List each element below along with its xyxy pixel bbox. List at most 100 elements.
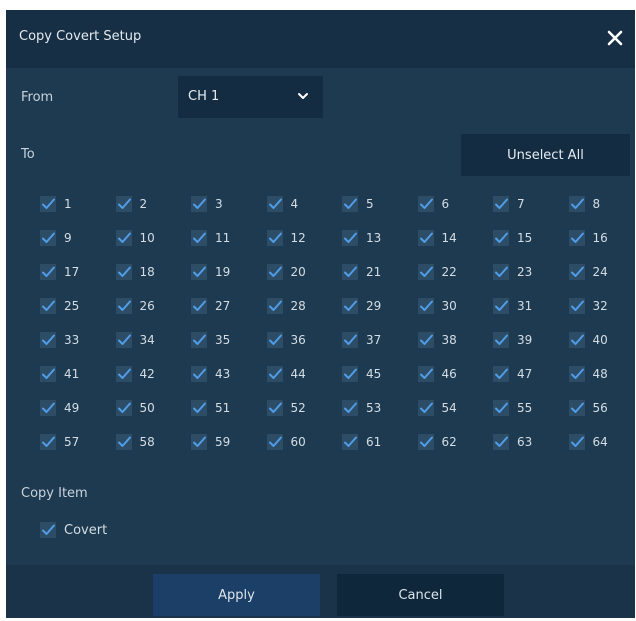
channel-checkbox[interactable]: 30 (417, 289, 494, 323)
channel-number: 41 (64, 367, 80, 381)
checkbox-icon (266, 400, 283, 416)
channel-checkbox[interactable]: 4 (266, 187, 343, 221)
channel-checkbox[interactable]: 8 (568, 187, 636, 221)
channel-checkbox[interactable]: 10 (115, 221, 192, 255)
checkbox-icon (493, 298, 509, 314)
channel-checkbox[interactable]: 6 (417, 187, 494, 221)
channel-checkbox[interactable]: 16 (568, 221, 636, 255)
channel-number: 7 (517, 197, 525, 211)
checkbox-icon (115, 196, 132, 212)
channel-number: 57 (64, 435, 80, 449)
checkbox-icon (191, 400, 207, 416)
channel-checkbox[interactable]: 28 (266, 289, 343, 323)
channel-checkbox[interactable]: 56 (568, 391, 636, 425)
channel-number: 33 (64, 333, 80, 347)
channel-checkbox[interactable]: 21 (342, 255, 418, 289)
covert-checkbox[interactable]: Covert (40, 522, 107, 538)
cancel-button[interactable]: Cancel (337, 574, 504, 616)
channel-number: 5 (366, 197, 374, 211)
channel-checkbox[interactable]: 14 (417, 221, 494, 255)
channel-row: 25 26 27 28 29 30 31 32 (40, 289, 634, 323)
channel-checkbox[interactable]: 31 (493, 289, 569, 323)
channel-checkbox[interactable]: 37 (342, 323, 418, 357)
channel-checkbox[interactable]: 48 (568, 357, 636, 391)
channel-checkbox[interactable]: 54 (417, 391, 494, 425)
channel-checkbox[interactable]: 46 (417, 357, 494, 391)
channel-checkbox[interactable]: 34 (115, 323, 192, 357)
channel-checkbox[interactable]: 43 (191, 357, 267, 391)
channel-checkbox[interactable]: 2 (115, 187, 192, 221)
channel-checkbox[interactable]: 61 (342, 425, 418, 459)
channel-number: 30 (441, 299, 457, 313)
close-icon[interactable] (601, 24, 629, 52)
channel-checkbox[interactable]: 60 (266, 425, 343, 459)
channel-checkbox[interactable]: 47 (493, 357, 569, 391)
channel-number: 29 (366, 299, 382, 313)
channel-number: 51 (215, 401, 231, 415)
channel-checkbox[interactable]: 29 (342, 289, 418, 323)
channel-checkbox[interactable]: 62 (417, 425, 494, 459)
checkbox-icon (342, 264, 358, 280)
channel-checkbox[interactable]: 11 (191, 221, 267, 255)
checkbox-icon (342, 298, 358, 314)
channel-checkbox[interactable]: 53 (342, 391, 418, 425)
channel-number: 53 (366, 401, 382, 415)
channel-number: 43 (215, 367, 231, 381)
channel-checkbox[interactable]: 3 (191, 187, 267, 221)
copy-covert-setup-dialog: Copy Covert Setup From CH 1 To Unselect … (6, 10, 635, 618)
channel-checkbox[interactable]: 55 (493, 391, 569, 425)
apply-button[interactable]: Apply (153, 574, 320, 616)
channel-number: 20 (290, 265, 306, 279)
channel-checkbox[interactable]: 50 (115, 391, 192, 425)
channel-checkbox[interactable]: 12 (266, 221, 343, 255)
channel-checkbox[interactable]: 40 (568, 323, 636, 357)
channel-checkbox[interactable]: 25 (40, 289, 116, 323)
channel-checkbox[interactable]: 35 (191, 323, 267, 357)
channel-checkbox[interactable]: 32 (568, 289, 636, 323)
channel-checkbox[interactable]: 52 (266, 391, 343, 425)
channel-checkbox[interactable]: 58 (115, 425, 192, 459)
channel-checkbox[interactable]: 23 (493, 255, 569, 289)
channel-checkbox[interactable]: 64 (568, 425, 636, 459)
checkbox-icon (266, 230, 283, 246)
checkbox-icon (568, 196, 585, 212)
channel-number: 26 (139, 299, 155, 313)
channel-checkbox[interactable]: 39 (493, 323, 569, 357)
channel-checkbox[interactable]: 1 (40, 187, 116, 221)
channel-checkbox[interactable]: 26 (115, 289, 192, 323)
channel-checkbox[interactable]: 51 (191, 391, 267, 425)
channel-checkbox[interactable]: 27 (191, 289, 267, 323)
channel-checkbox[interactable]: 59 (191, 425, 267, 459)
channel-checkbox[interactable]: 17 (40, 255, 116, 289)
channel-checkbox[interactable]: 13 (342, 221, 418, 255)
channel-checkbox[interactable]: 44 (266, 357, 343, 391)
channel-checkbox[interactable]: 42 (115, 357, 192, 391)
channel-number: 22 (441, 265, 457, 279)
channel-checkbox[interactable]: 24 (568, 255, 636, 289)
channel-checkbox[interactable]: 9 (40, 221, 116, 255)
channel-checkbox[interactable]: 57 (40, 425, 116, 459)
channel-checkbox[interactable]: 49 (40, 391, 116, 425)
channel-checkbox[interactable]: 19 (191, 255, 267, 289)
channel-checkbox[interactable]: 20 (266, 255, 343, 289)
checkbox-icon (417, 400, 434, 416)
channel-checkbox[interactable]: 7 (493, 187, 569, 221)
checkbox-icon (40, 434, 56, 450)
channel-checkbox[interactable]: 33 (40, 323, 116, 357)
covert-label: Covert (64, 522, 108, 538)
checkbox-icon (115, 298, 132, 314)
checkbox-icon (342, 230, 358, 246)
from-channel-select[interactable]: CH 1 (178, 76, 323, 118)
channel-checkbox[interactable]: 45 (342, 357, 418, 391)
channel-number: 63 (517, 435, 533, 449)
channel-checkbox[interactable]: 18 (115, 255, 192, 289)
channel-checkbox[interactable]: 22 (417, 255, 494, 289)
channel-number: 19 (215, 265, 231, 279)
unselect-all-button[interactable]: Unselect All (461, 134, 630, 176)
channel-checkbox[interactable]: 63 (493, 425, 569, 459)
channel-checkbox[interactable]: 38 (417, 323, 494, 357)
channel-checkbox[interactable]: 5 (342, 187, 418, 221)
channel-checkbox[interactable]: 36 (266, 323, 343, 357)
channel-checkbox[interactable]: 15 (493, 221, 569, 255)
channel-checkbox[interactable]: 41 (40, 357, 116, 391)
